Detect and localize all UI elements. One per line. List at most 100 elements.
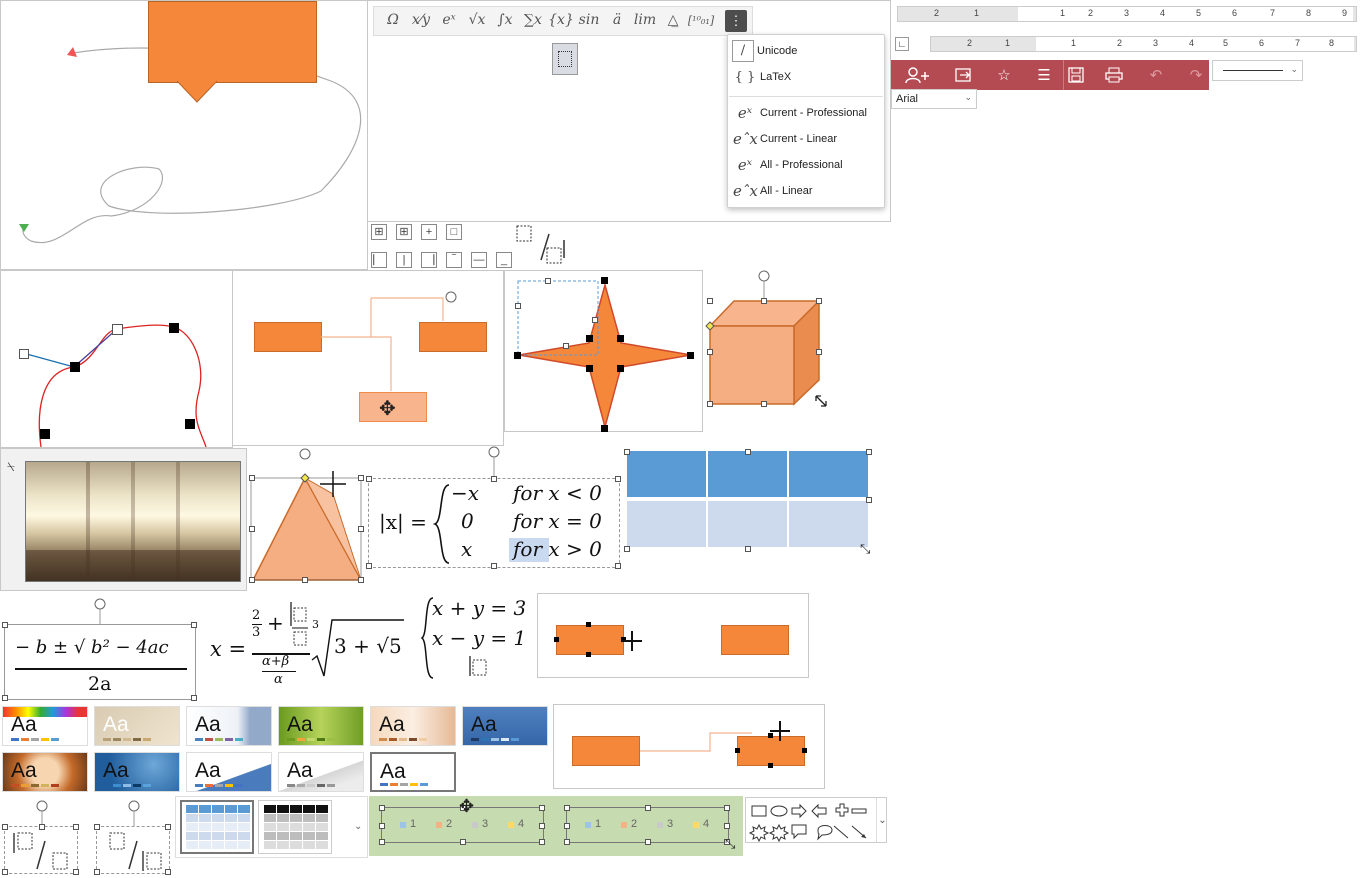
resize-handle[interactable] xyxy=(866,497,872,503)
gallery-expand-icon[interactable]: ⌄ xyxy=(354,821,362,832)
fraction-placeholder-2[interactable] xyxy=(94,800,171,875)
resize-handle[interactable] xyxy=(358,475,364,481)
resize-handle[interactable] xyxy=(586,335,593,342)
callout-shape[interactable] xyxy=(148,1,317,83)
crop-icon[interactable]: ⍀ xyxy=(7,459,15,475)
symbol-icon[interactable]: Ω xyxy=(380,7,406,33)
resize-handle[interactable] xyxy=(491,476,497,482)
resize-handle[interactable] xyxy=(302,577,308,583)
shapes-icons[interactable] xyxy=(746,798,876,842)
resize-handle[interactable] xyxy=(724,805,730,811)
theme-thumbnail[interactable]: Aa xyxy=(2,752,88,792)
resize-handle[interactable] xyxy=(366,476,372,482)
resize-handle[interactable] xyxy=(460,839,466,845)
function-icon[interactable]: sin xyxy=(576,7,602,33)
script-icon[interactable]: eˣ xyxy=(436,7,462,33)
save-icon[interactable] xyxy=(1063,64,1089,86)
resize-handle[interactable] xyxy=(645,805,651,811)
rotate-handle-icon[interactable] xyxy=(487,445,501,477)
nested-fraction-equation[interactable]: x = 2 3 + α+β α 3 3 + √5 xyxy=(206,600,406,692)
resize-handle[interactable] xyxy=(191,695,197,701)
theme-thumbnail[interactable]: Aa xyxy=(94,706,180,746)
resize-handle[interactable] xyxy=(2,622,8,628)
stacked-placeholder-icon[interactable] xyxy=(288,600,310,652)
list-item[interactable]: 1 xyxy=(410,818,416,830)
resize-handle[interactable] xyxy=(745,449,751,455)
table-object[interactable]: ⤡ xyxy=(624,449,872,556)
equation-placeholder[interactable] xyxy=(552,43,578,75)
font-name-select[interactable]: Arial ⌄ xyxy=(891,89,977,109)
palette-expand-icon[interactable]: ⌄ xyxy=(876,798,888,842)
menu-item-all-professional[interactable]: eˣ All - Professional xyxy=(728,152,884,178)
connection-point[interactable] xyxy=(586,652,591,657)
cube-shape[interactable] xyxy=(704,268,832,418)
rotate-handle-icon[interactable] xyxy=(93,597,107,625)
placeholder-icon[interactable] xyxy=(468,654,490,680)
system-equation[interactable]: x + y = 3 x − y = 1 xyxy=(420,592,536,682)
redo-icon[interactable]: ↷ xyxy=(1183,64,1209,86)
resize-handle[interactable] xyxy=(94,824,100,830)
line-style-dropdown[interactable]: ⌄ xyxy=(1212,60,1303,81)
theme-thumbnail[interactable]: Aa xyxy=(186,752,272,792)
middle-border-icon[interactable]: — xyxy=(471,252,487,268)
theme-thumbnail[interactable]: Aa xyxy=(94,752,180,792)
menu-item-all-linear[interactable]: eˆx All - Linear xyxy=(728,178,884,204)
matrix-icon[interactable]: [¹⁰₀₁] xyxy=(688,7,714,33)
fraction-icon[interactable]: x⁄y xyxy=(408,7,434,33)
list-item[interactable]: 4 xyxy=(518,818,524,830)
triangle-shape[interactable] xyxy=(247,446,367,586)
resize-handle[interactable] xyxy=(615,476,621,482)
triangle-shape-container[interactable] xyxy=(247,446,367,586)
connector-canvas[interactable] xyxy=(537,593,809,678)
table-cell[interactable] xyxy=(789,501,868,547)
theme-thumbnail[interactable]: Aa xyxy=(278,752,364,792)
connection-point[interactable] xyxy=(554,637,559,642)
adjust-handle[interactable] xyxy=(545,278,551,284)
list-item[interactable]: 3 xyxy=(482,818,488,830)
adjust-handle[interactable] xyxy=(563,343,569,349)
resize-handle[interactable] xyxy=(707,401,713,407)
list-item[interactable]: 2 xyxy=(631,818,637,830)
horizontal-ruler-secondary[interactable]: 2 1 1 2 3 4 5 6 7 8 xyxy=(930,36,1357,52)
limit-log-icon[interactable]: lim xyxy=(632,7,658,33)
resize-handle[interactable] xyxy=(617,365,624,372)
adjust-handle[interactable] xyxy=(515,303,521,309)
resize-handle[interactable] xyxy=(564,805,570,811)
resize-handle[interactable] xyxy=(379,823,385,829)
connection-point[interactable] xyxy=(735,748,740,753)
office-photo-image[interactable] xyxy=(25,461,241,582)
export-icon[interactable] xyxy=(951,64,977,86)
resize-handle[interactable] xyxy=(191,622,197,628)
theme-thumbnail[interactable]: Aa xyxy=(370,706,456,746)
resize-handle[interactable] xyxy=(564,823,570,829)
anchor-point[interactable] xyxy=(169,323,179,333)
resize-handle[interactable] xyxy=(2,824,8,830)
resize-handle[interactable] xyxy=(707,298,713,304)
resize-handle[interactable] xyxy=(539,839,545,845)
resize-handle[interactable] xyxy=(539,805,545,811)
resize-handle[interactable] xyxy=(816,298,822,304)
menu-item-current-linear[interactable]: eˆx Current - Linear xyxy=(728,126,884,152)
cross-icon[interactable]: + xyxy=(421,224,437,240)
fraction-placeholder-icon[interactable] xyxy=(515,224,571,266)
resize-handle[interactable] xyxy=(94,869,100,875)
quadratic-equation[interactable]: − b ± √ b² − 4ac 2a xyxy=(2,598,197,701)
right-border-icon[interactable]: ⎹ xyxy=(421,252,437,268)
connector-move-canvas[interactable]: ✥ xyxy=(232,270,504,446)
elbow-connector-canvas[interactable] xyxy=(553,704,825,789)
connection-point[interactable] xyxy=(768,763,773,768)
resize-handle[interactable] xyxy=(615,563,621,569)
list-item[interactable]: 3 xyxy=(667,818,673,830)
control-point-handle[interactable] xyxy=(112,324,123,335)
left-border-icon[interactable]: ⎸ xyxy=(371,252,387,268)
table-header-cell[interactable] xyxy=(627,451,706,497)
connection-point[interactable] xyxy=(802,748,807,753)
table-header-cell[interactable] xyxy=(789,451,868,497)
list-item[interactable]: 4 xyxy=(703,818,709,830)
piecewise-equation[interactable]: |x| = −x for x < 0 0 for x = 0 x for x > 0 xyxy=(366,446,621,569)
grid-icon[interactable]: ⊞ xyxy=(396,224,412,240)
add-user-button[interactable] xyxy=(903,64,933,86)
resize-handle[interactable] xyxy=(624,546,630,552)
operator-icon[interactable]: △̲ xyxy=(660,7,686,33)
selected-rectangle-shape[interactable] xyxy=(419,322,487,352)
